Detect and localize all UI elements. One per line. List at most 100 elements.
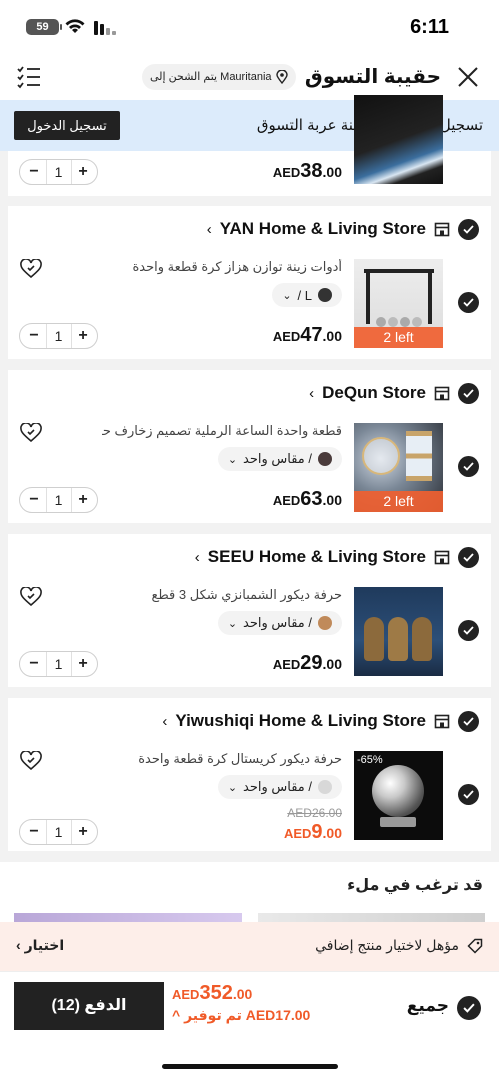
item-select-checkbox[interactable]	[458, 292, 479, 313]
store-select-checkbox[interactable]	[458, 546, 479, 568]
store-icon	[434, 222, 450, 236]
item-price: AED9.00	[283, 821, 342, 843]
product-image[interactable]: 2 left	[354, 423, 443, 512]
close-icon[interactable]	[455, 64, 481, 90]
increment-button[interactable]: +	[77, 327, 89, 345]
item-price: AED38.00	[272, 160, 342, 182]
addon-choose-label: اختيار	[24, 937, 65, 953]
product-image[interactable]	[354, 95, 443, 184]
item-select-checkbox[interactable]	[458, 784, 479, 805]
addon-offer-text: مؤهل لاختيار منتج إضافي	[315, 937, 459, 953]
store-header[interactable]: ‹ SEEU Home & Living Store	[195, 545, 479, 569]
increment-button[interactable]: +	[77, 823, 89, 841]
product-image[interactable]: -65%	[354, 751, 443, 840]
quantity-value: 1	[45, 160, 72, 184]
store-header[interactable]: ‹ Yiwushiqi Home & Living Store	[162, 709, 479, 733]
decrement-button[interactable]: −	[28, 327, 40, 345]
item-select-checkbox[interactable]	[458, 620, 479, 641]
item-description: حرفة ديكور كريستال كرة قطعة واحدة	[138, 751, 342, 766]
cart-item-card: AED38.00 − 1 +	[8, 95, 491, 196]
addon-offer-bar[interactable]: مؤهل لاختيار منتج إضافي ‹ اختيار	[0, 922, 499, 971]
color-swatch	[318, 452, 332, 466]
store-header[interactable]: ‹ DeQun Store	[309, 381, 479, 405]
heart-add-icon[interactable]	[20, 423, 42, 443]
increment-button[interactable]: +	[77, 163, 89, 181]
home-indicator	[162, 1064, 338, 1069]
cart-item-card: ‹ SEEU Home & Living Store حرفة ديكور ال…	[8, 534, 491, 687]
tag-icon	[467, 938, 483, 954]
decrement-button[interactable]: −	[28, 655, 40, 673]
login-button[interactable]: تسجيل الدخول	[14, 111, 120, 140]
ship-to-selector[interactable]: Mauritania يتم الشحن إلى	[142, 64, 296, 90]
chevron-down-icon: ⌄	[282, 289, 292, 302]
product-image[interactable]: 2 left	[354, 259, 443, 348]
product-image[interactable]	[354, 587, 443, 676]
store-select-checkbox[interactable]	[458, 382, 479, 404]
variant-selector[interactable]: L / ⌄	[272, 283, 342, 307]
savings-label: تم توفير AED17.00	[184, 1007, 311, 1023]
store-select-checkbox[interactable]	[458, 218, 479, 240]
select-all-label: جميع	[406, 996, 449, 1015]
wifi-icon	[65, 19, 85, 33]
item-description: حرفة ديكور الشمبانزي شكل 3 قطع	[151, 587, 342, 602]
heart-add-icon[interactable]	[20, 751, 42, 771]
store-name: SEEU Home & Living Store	[207, 547, 426, 566]
cart-header: Mauritania يتم الشحن إلى حقيبة التسوق	[0, 55, 499, 100]
chevron-left-icon: ‹	[206, 220, 212, 238]
chevron-up-icon: ^	[172, 1007, 181, 1023]
addon-choose-button[interactable]: ‹ اختيار	[16, 937, 64, 954]
chevron-left-icon: ‹	[194, 548, 200, 566]
store-icon	[434, 386, 450, 400]
quantity-value: 1	[45, 324, 72, 348]
quantity-stepper[interactable]: − 1 +	[19, 323, 98, 349]
item-select-checkbox[interactable]	[458, 456, 479, 477]
variant-selector[interactable]: / مقاس واحد ⌄	[217, 447, 342, 471]
recommended-product-image[interactable]	[258, 913, 485, 922]
color-swatch	[318, 780, 332, 794]
color-swatch	[318, 288, 332, 302]
quantity-stepper[interactable]: − 1 +	[19, 819, 98, 845]
store-icon	[434, 714, 450, 728]
cart-item-card: ‹ DeQun Store 2 left قطعة واحدة الساعة ا…	[8, 370, 491, 523]
item-description: قطعة واحدة الساعة الرملية تصميم زخارف حد…	[102, 423, 342, 438]
savings-text[interactable]: ^ تم توفير AED17.00	[172, 1007, 310, 1024]
heart-add-icon[interactable]	[20, 587, 42, 607]
list-menu-icon[interactable]	[16, 65, 42, 89]
recommendations-title: قد ترغب في ملء	[347, 877, 483, 894]
chevron-down-icon: ⌄	[227, 781, 238, 794]
chevron-down-icon: ⌄	[227, 453, 238, 466]
quantity-stepper[interactable]: − 1 +	[19, 487, 98, 513]
chevron-down-icon: ⌄	[227, 617, 238, 630]
original-price: AED26.00	[287, 806, 342, 820]
store-select-checkbox[interactable]	[458, 710, 479, 732]
increment-button[interactable]: +	[77, 655, 89, 673]
store-header[interactable]: ‹ YAN Home & Living Store	[207, 217, 479, 241]
page-title: حقيبة التسوق	[304, 66, 441, 88]
store-name: DeQun Store	[322, 383, 426, 402]
decrement-button[interactable]: −	[28, 163, 40, 181]
quantity-stepper[interactable]: − 1 +	[19, 159, 98, 185]
decrement-button[interactable]: −	[28, 823, 40, 841]
variant-selector[interactable]: / مقاس واحد ⌄	[217, 611, 342, 635]
quantity-stepper[interactable]: − 1 +	[19, 651, 98, 677]
chevron-left-icon: ‹	[162, 712, 168, 730]
store-name: Yiwushiqi Home & Living Store	[175, 711, 426, 730]
store-name: YAN Home & Living Store	[219, 219, 426, 238]
item-description: أدوات زينة توازن هزاز كرة قطعة واحدة	[132, 259, 342, 274]
status-bar: 59 6:11	[0, 0, 499, 55]
total-price: AED352.00	[172, 982, 253, 1004]
chevron-left-icon: ‹	[16, 937, 21, 953]
increment-button[interactable]: +	[77, 491, 89, 509]
stock-badge: 2 left	[354, 491, 443, 512]
checkout-button[interactable]: الدفع (12)	[14, 982, 164, 1030]
ship-to-text: Mauritania يتم الشحن إلى	[150, 71, 272, 83]
heart-add-icon[interactable]	[20, 259, 42, 279]
location-pin-icon	[275, 70, 288, 84]
select-all-checkbox[interactable]	[457, 996, 481, 1020]
decrement-button[interactable]: −	[28, 491, 40, 509]
status-time: 6:11	[410, 16, 449, 38]
variant-selector[interactable]: / مقاس واحد ⌄	[217, 775, 342, 799]
recommended-product-image[interactable]	[14, 913, 242, 922]
variant-label: / مقاس واحد	[243, 615, 312, 630]
discount-badge: -65%	[357, 754, 383, 766]
